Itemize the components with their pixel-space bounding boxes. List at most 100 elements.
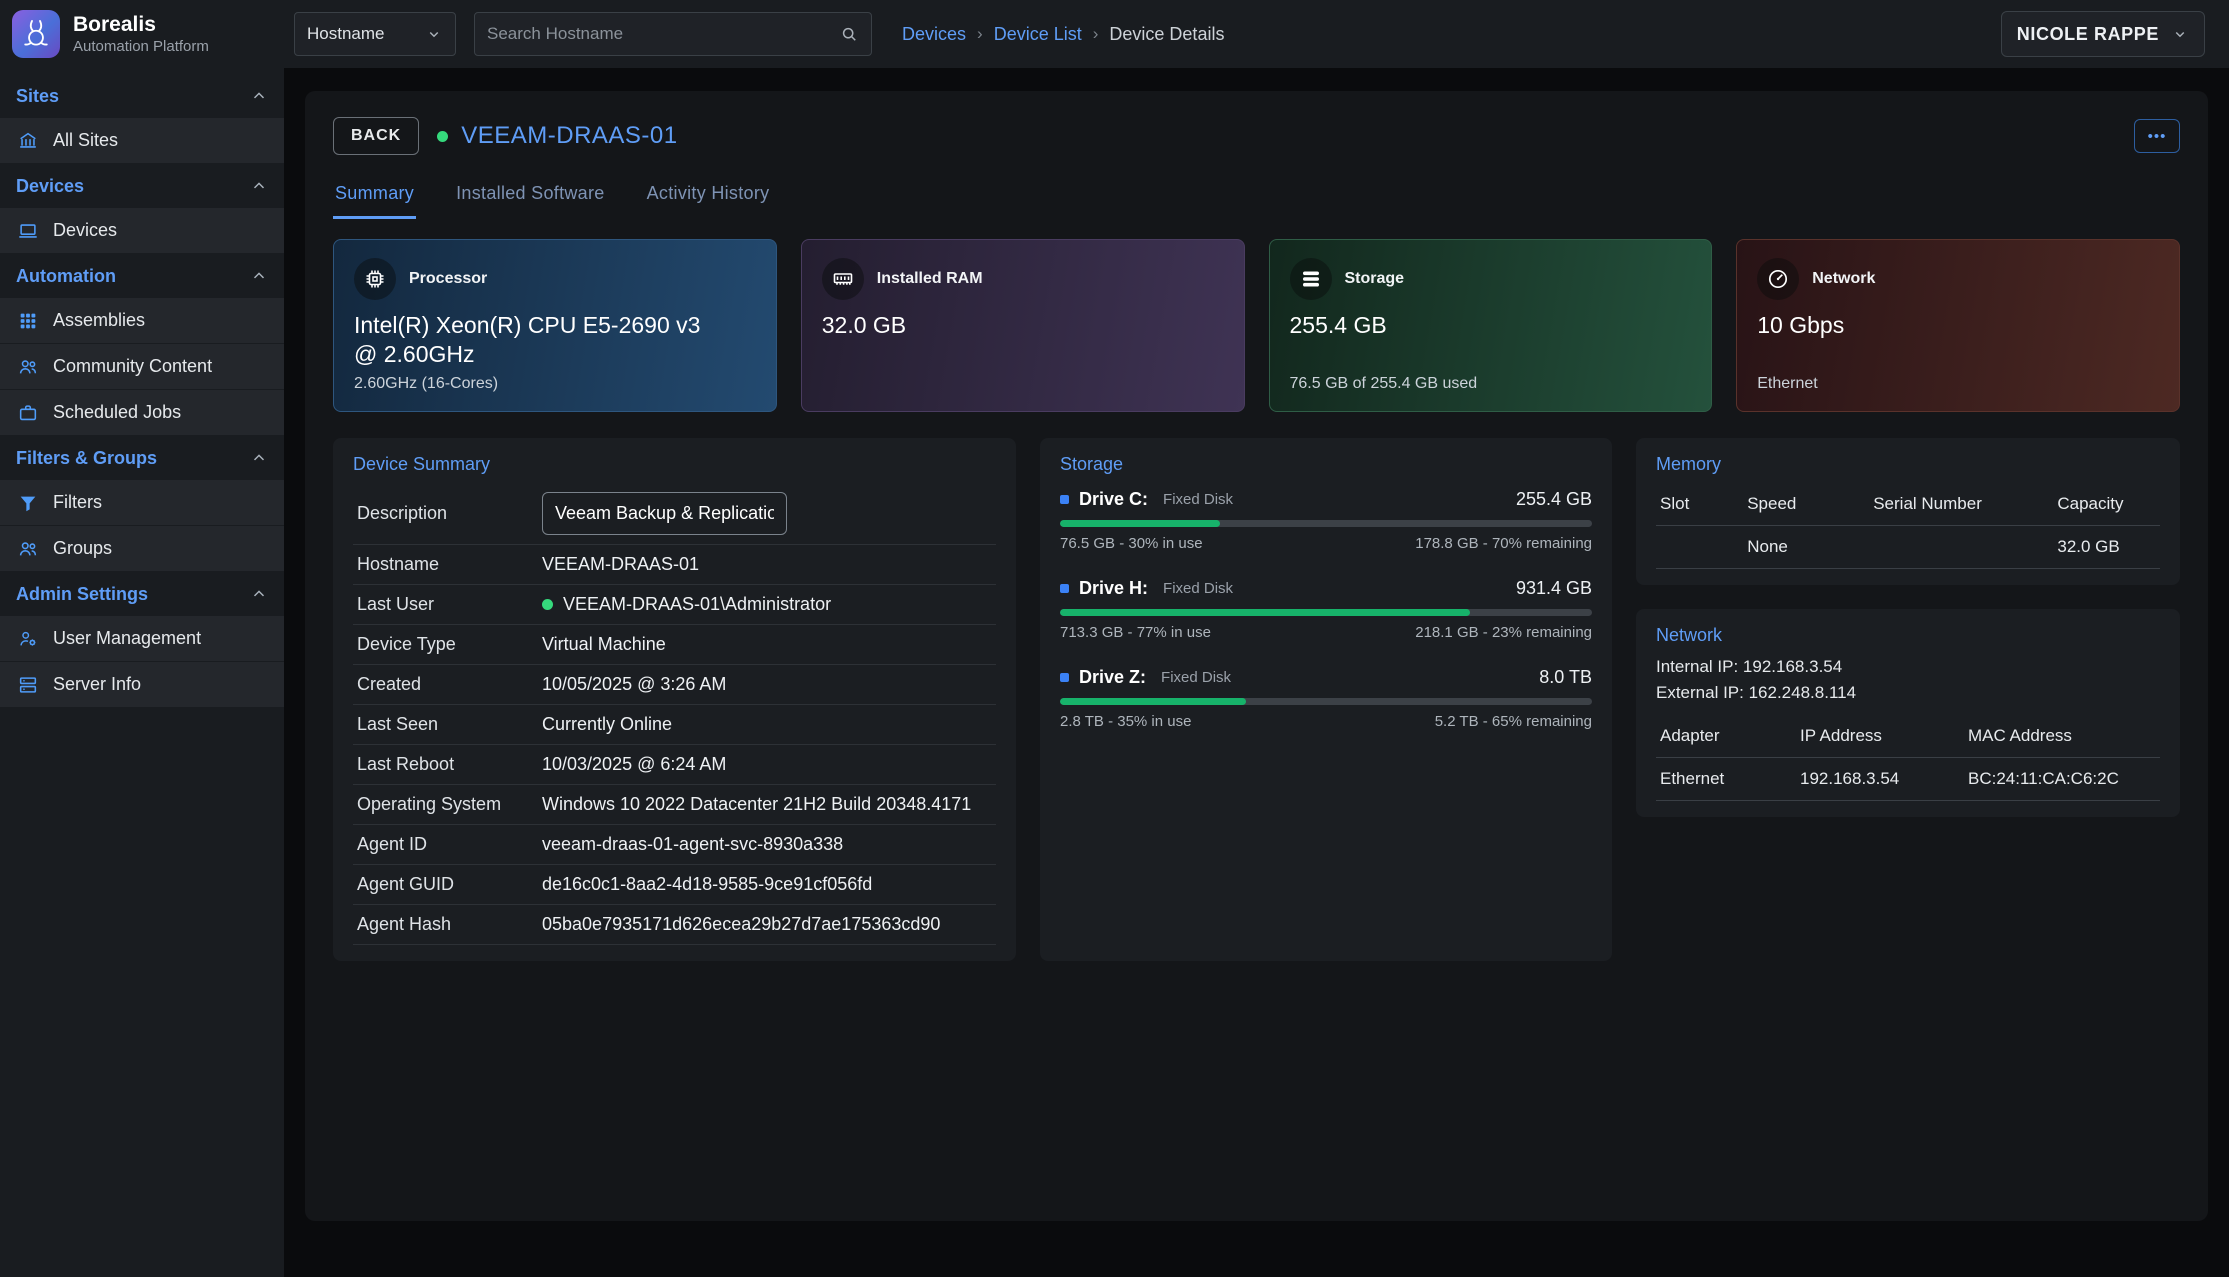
panels-row: Device Summary Description Hostname VEEA…	[333, 438, 2180, 961]
device-summary-panel: Device Summary Description Hostname VEEA…	[333, 438, 1016, 961]
laptop-icon	[17, 220, 39, 242]
user-gear-icon	[17, 628, 39, 650]
summary-row-created: Created 10/05/2025 @ 3:26 AM	[353, 665, 996, 705]
sidebar-item-label: Assemblies	[53, 310, 145, 331]
speed-gauge-icon	[1757, 258, 1799, 300]
right-column: Memory Slot Speed Serial Number Capacity	[1636, 438, 2180, 961]
chevron-up-icon	[250, 267, 268, 285]
chevron-up-icon	[250, 449, 268, 467]
borealis-rabbit-logo-icon	[12, 10, 60, 58]
drive-usage-bar	[1060, 698, 1592, 705]
internal-ip: Internal IP: 192.168.3.54	[1656, 654, 2160, 680]
grid-icon	[17, 310, 39, 332]
brand-subtitle: Automation Platform	[73, 38, 209, 55]
chevron-up-icon	[250, 87, 268, 105]
sidebar-item-label: Community Content	[53, 356, 212, 377]
more-options-button[interactable]: •••	[2134, 119, 2180, 153]
sidebar-item-user-management[interactable]: User Management	[0, 616, 284, 662]
drive-bullet-icon	[1060, 584, 1069, 593]
breadcrumb-devices[interactable]: Devices	[902, 24, 966, 45]
network-ips: Internal IP: 192.168.3.54 External IP: 1…	[1656, 654, 2160, 705]
sidebar-item-label: Server Info	[53, 674, 141, 695]
stat-value: 10 Gbps	[1757, 311, 2131, 340]
storage-panel: Storage Drive C: Fixed Disk 255.4 GB	[1040, 438, 1612, 961]
sidebar-item-label: Filters	[53, 492, 102, 513]
breadcrumb: Devices › Device List › Device Details	[902, 24, 1224, 45]
chevron-down-icon	[425, 25, 443, 43]
main-area: Hostname Devices › Device List › Device	[284, 0, 2229, 1277]
drive-c: Drive C: Fixed Disk 255.4 GB 76.5 GB - 3…	[1060, 489, 1592, 552]
brand: Borealis Automation Platform	[0, 0, 284, 68]
topbar: Hostname Devices › Device List › Device	[284, 0, 2229, 68]
bank-icon	[17, 130, 39, 152]
sidebar-item-groups[interactable]: Groups	[0, 526, 284, 572]
section-label: Admin Settings	[16, 584, 148, 605]
summary-row-agent-hash: Agent Hash 05ba0e7935171d626ecea29b27d7a…	[353, 905, 996, 945]
hostname-filter-dropdown[interactable]: Hostname	[294, 12, 456, 56]
drive-bullet-icon	[1060, 495, 1069, 504]
stat-footer: 2.60GHz (16-Cores)	[354, 375, 756, 393]
sidebar-item-server-info[interactable]: Server Info	[0, 662, 284, 708]
sidebar-item-all-sites[interactable]: All Sites	[0, 118, 284, 164]
stat-title: Storage	[1345, 270, 1405, 288]
breadcrumb-device-details: Device Details	[1109, 24, 1224, 45]
sidebar-item-scheduled-jobs[interactable]: Scheduled Jobs	[0, 390, 284, 436]
section-label: Filters & Groups	[16, 448, 157, 469]
description-input[interactable]	[542, 492, 787, 535]
stat-title: Installed RAM	[877, 270, 983, 288]
memory-panel: Memory Slot Speed Serial Number Capacity	[1636, 438, 2180, 585]
table-row: None 32.0 GB	[1656, 526, 2160, 569]
section-label: Sites	[16, 86, 59, 107]
people-icon	[17, 538, 39, 560]
sidebar-item-devices[interactable]: Devices	[0, 208, 284, 254]
sidebar-section-automation[interactable]: Automation	[0, 254, 284, 298]
sidebar-section-sites[interactable]: Sites	[0, 74, 284, 118]
table-row: Ethernet 192.168.3.54 BC:24:11:CA:C6:2C	[1656, 758, 2160, 801]
sidebar-item-label: Groups	[53, 538, 112, 559]
summary-row-hostname: Hostname VEEAM-DRAAS-01	[353, 545, 996, 585]
sidebar-item-label: User Management	[53, 628, 201, 649]
chevron-down-icon	[2171, 25, 2189, 43]
panel-title: Memory	[1656, 454, 2160, 475]
server-icon	[17, 674, 39, 696]
tab-installed-software[interactable]: Installed Software	[454, 173, 606, 219]
sidebar-section-devices[interactable]: Devices	[0, 164, 284, 208]
back-button[interactable]: BACK	[333, 117, 419, 155]
user-menu-button[interactable]: NICOLE RAPPE	[2001, 11, 2205, 57]
device-title-wrap: VEEAM-DRAAS-01	[437, 122, 677, 150]
table-header-row: Slot Speed Serial Number Capacity	[1656, 483, 2160, 526]
sidebar-section-admin-settings[interactable]: Admin Settings	[0, 572, 284, 616]
stat-card-storage: Storage 255.4 GB 76.5 GB of 255.4 GB use…	[1269, 239, 1713, 412]
sidebar-item-label: Devices	[53, 220, 117, 241]
search-input[interactable]	[487, 24, 839, 44]
summary-row-last-user: Last User VEEAM-DRAAS-01\Administrator	[353, 585, 996, 625]
chevron-up-icon	[250, 585, 268, 603]
sidebar-item-label: Scheduled Jobs	[53, 402, 181, 423]
memory-table: Slot Speed Serial Number Capacity None	[1656, 483, 2160, 569]
search-icon	[839, 24, 859, 44]
panel-title: Storage	[1060, 454, 1592, 475]
hostname-filter-value: Hostname	[307, 24, 384, 44]
summary-row-last-reboot: Last Reboot 10/03/2025 @ 6:24 AM	[353, 745, 996, 785]
chevron-up-icon	[250, 177, 268, 195]
device-details-card: BACK VEEAM-DRAAS-01 ••• Summary Installe…	[305, 91, 2208, 1221]
app-root: Borealis Automation Platform Sites All S…	[0, 0, 2229, 1277]
drive-bullet-icon	[1060, 673, 1069, 682]
storage-stack-icon	[1290, 258, 1332, 300]
summary-row-last-seen: Last Seen Currently Online	[353, 705, 996, 745]
sidebar-section-filters-groups[interactable]: Filters & Groups	[0, 436, 284, 480]
tab-activity-history[interactable]: Activity History	[645, 173, 772, 219]
stat-value: Intel(R) Xeon(R) CPU E5-2690 v3 @ 2.60GH…	[354, 311, 728, 369]
sidebar-item-community-content[interactable]: Community Content	[0, 344, 284, 390]
drive-h: Drive H: Fixed Disk 931.4 GB 713.3 GB - …	[1060, 578, 1592, 641]
device-title: VEEAM-DRAAS-01	[461, 122, 677, 150]
section-label: Automation	[16, 266, 116, 287]
tab-summary[interactable]: Summary	[333, 173, 416, 219]
breadcrumb-separator: ›	[977, 24, 983, 44]
sidebar-item-filters[interactable]: Filters	[0, 480, 284, 526]
summary-row-agent-guid: Agent GUID de16c0c1-8aa2-4d18-9585-9ce91…	[353, 865, 996, 905]
user-name: NICOLE RAPPE	[2017, 24, 2159, 45]
breadcrumb-device-list[interactable]: Device List	[994, 24, 1082, 45]
sidebar-item-assemblies[interactable]: Assemblies	[0, 298, 284, 344]
stat-footer	[822, 375, 1224, 393]
